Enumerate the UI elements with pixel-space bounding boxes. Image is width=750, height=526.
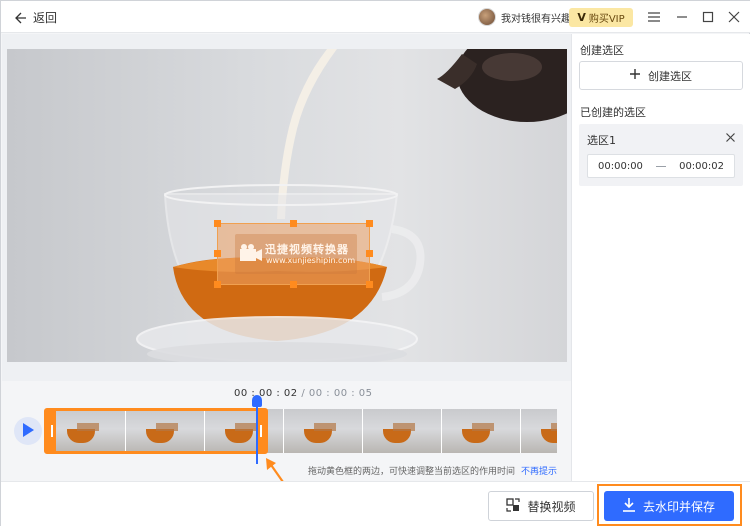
region-card[interactable]: 选区1 00:00:00 00:00:02 (579, 124, 743, 186)
watermark-title: 迅捷视频转换器 (265, 243, 349, 256)
play-button[interactable] (14, 417, 42, 445)
title-bar: 返回 我对钱很有兴趣 V 购买VIP (1, 1, 750, 33)
region-start-time[interactable]: 00:00:00 (598, 161, 643, 172)
bottom-bar: 替换视频 去水印并保存 (1, 481, 750, 526)
app-window: 返回 我对钱很有兴趣 V 购买VIP 迅捷视频转换器 www.xunjieshi… (0, 0, 750, 526)
frame-thumbnail (363, 409, 442, 453)
region-name: 选区1 (587, 134, 616, 147)
replace-video-button[interactable]: 替换视频 (488, 491, 594, 521)
preview-area: 迅捷视频转换器 www.xunjieshipin.com (2, 34, 571, 381)
vip-icon: V (577, 11, 586, 24)
play-icon (22, 422, 34, 440)
resize-handle-top-left[interactable] (214, 220, 221, 227)
frame-thumbnail (521, 409, 557, 453)
buy-vip-label: 购买VIP (588, 14, 625, 25)
region-end-time[interactable]: 00:00:02 (679, 161, 724, 172)
region-panel: 创建选区 创建选区 已创建的选区 选区1 00:00:00 00:00:02 (571, 34, 750, 481)
remove-watermark-save-button[interactable]: 去水印并保存 (604, 491, 734, 521)
avatar[interactable] (478, 8, 496, 26)
back-button[interactable]: 返回 (15, 9, 57, 26)
create-region-label: 创建选区 (648, 69, 692, 83)
save-label: 去水印并保存 (642, 499, 715, 514)
trim-handle-left[interactable] (47, 411, 56, 451)
dont-show-again-link[interactable]: 不再提示 (521, 464, 557, 477)
resize-handle-top-right[interactable] (366, 220, 373, 227)
close-icon[interactable] (723, 130, 737, 144)
resize-handle-left[interactable] (214, 250, 221, 257)
resize-handle-right[interactable] (366, 250, 373, 257)
playhead[interactable] (256, 399, 258, 464)
resize-handle-bottom[interactable] (290, 281, 297, 288)
close-icon[interactable] (726, 9, 742, 25)
username: 我对钱很有兴趣 (501, 13, 571, 25)
resize-handle-bottom-right[interactable] (366, 281, 373, 288)
video-preview[interactable]: 迅捷视频转换器 www.xunjieshipin.com (7, 49, 567, 362)
replace-icon (506, 497, 521, 515)
plus-icon (630, 69, 640, 82)
trim-range[interactable] (44, 408, 268, 454)
timecode-separator: / (297, 388, 309, 399)
resize-handle-bottom-left[interactable] (214, 281, 221, 288)
current-time: 00 : 00 : 02 (234, 388, 298, 399)
trim-hint: 拖动黄色框的两边，可快速调整当前选区的作用时间 (308, 467, 516, 477)
create-region-button[interactable]: 创建选区 (579, 61, 743, 90)
create-region-heading: 创建选区 (580, 44, 624, 57)
frame-thumbnail (284, 409, 363, 453)
video-frame-image (136, 49, 567, 362)
created-regions-heading: 已创建的选区 (580, 106, 646, 119)
frame-thumbnail (442, 409, 521, 453)
total-duration: 00 : 00 : 05 (308, 388, 373, 399)
maximize-icon[interactable] (700, 9, 716, 25)
time-separator (656, 165, 666, 167)
back-label: 返回 (33, 11, 58, 25)
minimize-icon[interactable] (674, 9, 690, 25)
watermark-url: www.xunjieshipin.com (266, 256, 356, 265)
resize-handle-top[interactable] (290, 220, 297, 227)
menu-icon[interactable] (646, 9, 662, 25)
back-arrow-icon (15, 12, 27, 24)
download-icon (622, 497, 635, 515)
region-time-range[interactable]: 00:00:00 00:00:02 (587, 154, 735, 178)
user-info[interactable]: 我对钱很有兴趣 (478, 8, 571, 26)
replace-video-label: 替换视频 (527, 499, 576, 514)
buy-vip-button[interactable]: V 购买VIP (569, 8, 633, 27)
